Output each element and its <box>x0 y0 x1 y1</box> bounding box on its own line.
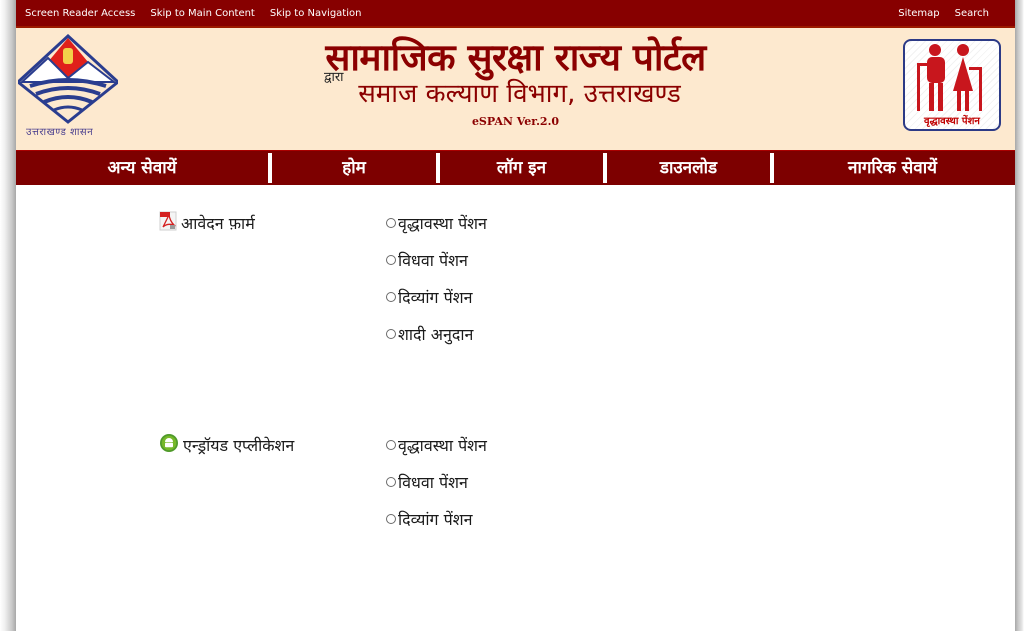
main-navigation: अन्य सेवायें होम लॉग इन डाउनलोड नागरिक स… <box>16 150 1015 185</box>
sitemap-link[interactable]: Sitemap <box>898 8 939 19</box>
app-option-widow-pension[interactable]: विधवा पेंशन <box>386 471 468 493</box>
section-title: एन्ड्रॉयड एप्लीकेशन <box>183 436 295 455</box>
version-label: eSPAN Ver.2.0 <box>471 115 560 128</box>
option-label: वृद्धावस्था पेंशन <box>398 436 487 455</box>
nav-download[interactable]: डाउनलोड <box>607 151 770 185</box>
option-label: शादी अनुदान <box>398 325 474 344</box>
radio-button[interactable] <box>386 440 396 450</box>
department-name: समाज कल्याण विभाग, उत्तराखण्ड <box>358 79 681 109</box>
option-label: दिव्यांग पेंशन <box>398 288 473 307</box>
form-option-marriage-grant[interactable]: शादी अनुदान <box>386 323 473 345</box>
nav-login[interactable]: लॉग इन <box>440 151 603 185</box>
pdf-icon <box>159 211 177 235</box>
radio-button[interactable] <box>386 329 396 339</box>
old-age-pension-logo[interactable]: वृद्धावस्था पेंशन <box>903 39 1001 131</box>
elderly-couple-icon <box>917 44 982 111</box>
skip-to-navigation-link[interactable]: Skip to Navigation <box>270 8 362 19</box>
android-application-label[interactable]: एन्ड्रॉयड एप्लीकेशन <box>159 433 294 457</box>
radio-button[interactable] <box>386 218 396 228</box>
screen-reader-access-link[interactable]: Screen Reader Access <box>25 8 135 19</box>
page-shadow-right <box>1015 0 1024 631</box>
search-link[interactable]: Search <box>955 8 989 19</box>
accessibility-bar: Screen Reader Access Skip to Main Conten… <box>16 0 1015 28</box>
option-label: विधवा पेंशन <box>398 251 468 270</box>
skip-to-main-content-link[interactable]: Skip to Main Content <box>150 8 254 19</box>
app-option-old-age-pension[interactable]: वृद्धावस्था पेंशन <box>386 434 487 456</box>
page-shadow-left <box>0 0 16 631</box>
radio-button[interactable] <box>386 255 396 265</box>
nav-other-services[interactable]: अन्य सेवायें <box>16 151 268 185</box>
site-header: उत्तराखण्ड शासन सामाजिक सुरक्षा राज्य पो… <box>15 28 1015 150</box>
option-label: वृद्धावस्था पेंशन <box>398 214 487 233</box>
page-container: Screen Reader Access Skip to Main Conten… <box>15 0 1015 631</box>
main-content: आवेदन फ़ार्म वृद्धावस्था पेंशन विधवा पें… <box>16 185 1015 625</box>
form-option-disability-pension[interactable]: दिव्यांग पेंशन <box>386 286 472 308</box>
nav-citizen-services[interactable]: नागरिक सेवायें <box>774 151 1011 185</box>
radio-button[interactable] <box>386 477 396 487</box>
option-label: विधवा पेंशन <box>398 473 468 492</box>
nav-home[interactable]: होम <box>272 151 436 185</box>
option-label: दिव्यांग पेंशन <box>398 510 473 529</box>
form-option-widow-pension[interactable]: विधवा पेंशन <box>386 249 468 271</box>
section-title: आवेदन फ़ार्म <box>181 214 255 233</box>
android-icon <box>159 433 179 457</box>
logo-caption: वृद्धावस्था पेंशन <box>924 116 980 127</box>
application-form-label[interactable]: आवेदन फ़ार्म <box>159 211 255 235</box>
form-option-old-age-pension[interactable]: वृद्धावस्था पेंशन <box>386 212 487 234</box>
radio-button[interactable] <box>386 292 396 302</box>
radio-button[interactable] <box>386 514 396 524</box>
app-option-disability-pension[interactable]: दिव्यांग पेंशन <box>386 508 472 530</box>
